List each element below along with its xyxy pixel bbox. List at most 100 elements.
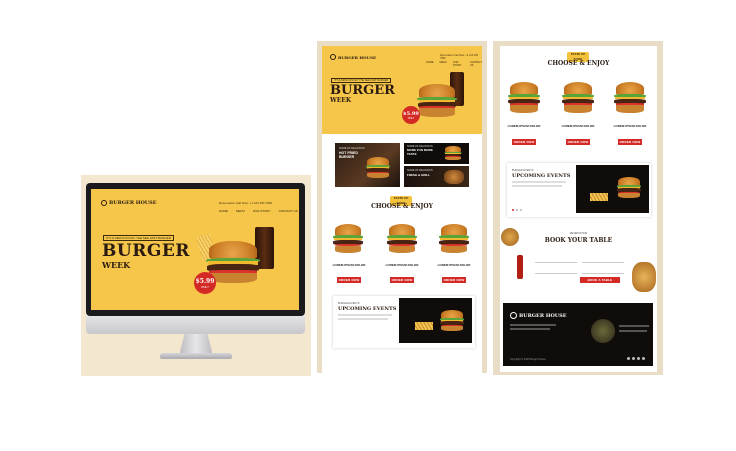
events-text-line	[512, 185, 562, 187]
carousel-dot[interactable]	[520, 209, 522, 211]
middle-hero: BURGER HOUSE Reservation Call Now: +1 12…	[322, 46, 482, 134]
ketchup-bottle-image	[517, 255, 523, 279]
events-burger-image	[616, 177, 642, 199]
monitor-chin	[86, 316, 305, 334]
menu-burger-image	[386, 224, 418, 254]
menu-item-name: LOREM IPSUM DOLOR	[507, 124, 541, 128]
nav-item-menu[interactable]: MENU	[440, 61, 447, 67]
brand-name: BURGER HOUSE	[109, 200, 157, 206]
promo-tile-more-fun[interactable]: SOME OF DELICIOUS MORE FUN MORE TASTE	[404, 143, 469, 164]
reservation-contact: Reservation Call Now: +1 123 456 7890	[219, 201, 273, 205]
promo-small-label: SOME OF DELICIOUS	[407, 169, 433, 172]
book-small-label: RESERVATION	[569, 232, 588, 235]
price-note: ONLY	[201, 284, 209, 289]
nav-item-home[interactable]: HOME	[219, 209, 228, 213]
instagram-icon[interactable]	[637, 357, 640, 360]
menu-item-name: LOREM IPSUM DOLOR	[561, 124, 595, 128]
burger-side-image	[632, 262, 656, 292]
price-note: ONLY	[407, 116, 415, 120]
events-small-label: BURGER EVENTS	[338, 302, 360, 305]
order-now-button[interactable]: ORDER NOW	[442, 277, 466, 283]
hero-headline: BURGER	[102, 241, 190, 261]
nav-item-story[interactable]: OUR STORY	[453, 61, 464, 67]
burger-side-image	[501, 228, 519, 246]
main-nav: HOME MENU OUR STORY CONTACT US	[426, 61, 482, 67]
hero-headline: BURGER	[330, 83, 395, 98]
fries-image	[590, 193, 608, 201]
events-title: UPCOMING EVENTS	[338, 306, 397, 312]
youtube-icon[interactable]	[642, 357, 645, 360]
monitor-screen: BURGER HOUSE Reservation Call Now: +1 12…	[91, 189, 299, 310]
footer-address-line	[619, 325, 649, 327]
order-now-button[interactable]: ORDER NOW	[566, 139, 590, 145]
events-image	[399, 298, 472, 343]
booking-date-field[interactable]	[535, 268, 577, 274]
carousel-dot[interactable]	[516, 209, 518, 211]
footer-copyright: Copyright © 2020 Burger House	[510, 358, 546, 361]
carousel-dots[interactable]	[512, 209, 522, 211]
booking-guests-field[interactable]	[582, 268, 624, 274]
promo-title: MORE FUN MORE TASTE	[407, 148, 433, 156]
menu-item-name: LOREM IPSUM DOLOR	[613, 124, 647, 128]
promo-burger-image	[444, 146, 462, 161]
facebook-icon[interactable]	[627, 357, 630, 360]
footer-text-line	[510, 328, 550, 330]
carousel-dot[interactable]	[512, 209, 514, 211]
order-now-button[interactable]: ORDER NOW	[337, 277, 361, 283]
events-burger-image	[439, 310, 465, 332]
twitter-icon[interactable]	[632, 357, 635, 360]
menu-section-title: CHOOSE & ENJOY	[371, 203, 433, 210]
brand-name: BURGER HOUSE	[338, 55, 377, 60]
social-icons	[627, 357, 645, 360]
nav-item-home[interactable]: HOME	[426, 61, 434, 67]
promo-title: HOT FRIED BURGER	[339, 151, 358, 159]
events-title: UPCOMING EVENTS	[512, 173, 571, 179]
book-table-button[interactable]: BOOK A TABLE	[580, 277, 620, 283]
footer: BURGER HOUSE Copyright © 2020 Burger Hou…	[503, 303, 653, 366]
reservation-contact: Reservation Call Now: +1 123 456 7890	[440, 54, 479, 60]
order-now-button[interactable]: ORDER NOW	[390, 277, 414, 283]
events-small-label: BURGER EVENTS	[512, 169, 534, 172]
fries-image	[415, 322, 433, 330]
nav-item-story[interactable]: OUR STORY	[253, 209, 271, 213]
events-text-line	[338, 314, 392, 316]
menu-burger-image	[561, 82, 595, 114]
nav-item-contact[interactable]: CONTACT US	[279, 209, 298, 213]
price-value: $5.99	[195, 277, 215, 285]
menu-item-name: LOREM IPSUM DOLOR	[437, 263, 471, 267]
book-title: BOOK YOUR TABLE	[544, 237, 613, 244]
brand-logo-icon	[330, 54, 336, 60]
footer-food-image	[591, 319, 615, 343]
menu-items-row: LOREM IPSUM DOLOR LOREM IPSUM DOLOR LORE…	[503, 80, 655, 148]
monitor-stand-base	[160, 353, 232, 359]
menu-section-title: CHOOSE & ENJOY	[547, 60, 610, 67]
hero-subheadline: WEEK	[102, 260, 131, 270]
menu-burger-image	[332, 224, 364, 254]
footer-brand: BURGER HOUSE	[519, 313, 567, 319]
order-now-button[interactable]: ORDER NOW	[618, 139, 642, 145]
price-badge: $5.99 ONLY	[194, 272, 216, 294]
hero-subheadline: WEEK	[330, 97, 352, 104]
events-card: BURGER EVENTS UPCOMING EVENTS	[507, 163, 651, 217]
booking-name-field[interactable]	[535, 257, 577, 263]
events-card: BURGER EVENTS UPCOMING EVENTS	[333, 296, 475, 348]
promo-title: FRESH & GRILL	[407, 173, 430, 177]
menu-items-row: LOREM IPSUM DOLOR LOREM IPSUM DOLOR LORE…	[326, 222, 478, 286]
promo-small-label: SOME OF DELICIOUS	[339, 147, 365, 150]
nav-item-contact[interactable]: CONTACT US	[470, 61, 482, 67]
events-image	[576, 165, 649, 213]
order-now-button[interactable]: ORDER NOW	[512, 139, 536, 145]
menu-burger-image	[613, 82, 647, 114]
hero-burger-image	[416, 84, 458, 118]
nav-item-menu[interactable]: MENU	[236, 209, 245, 213]
promo-tile-hot-fried[interactable]: SOME OF DELICIOUS HOT FRIED BURGER	[335, 143, 400, 187]
menu-burger-image	[507, 82, 541, 114]
main-nav: HOME MENU OUR STORY CONTACT US	[219, 209, 298, 213]
events-text-line	[512, 181, 566, 183]
menu-burger-image	[438, 224, 470, 254]
footer-phone-line	[619, 330, 647, 332]
menu-item-name: LOREM IPSUM DOLOR	[385, 263, 419, 267]
booking-email-field[interactable]	[582, 257, 624, 263]
events-text-line	[338, 318, 388, 320]
promo-tile-fresh-grill[interactable]: SOME OF DELICIOUS FRESH & GRILL	[404, 166, 469, 187]
